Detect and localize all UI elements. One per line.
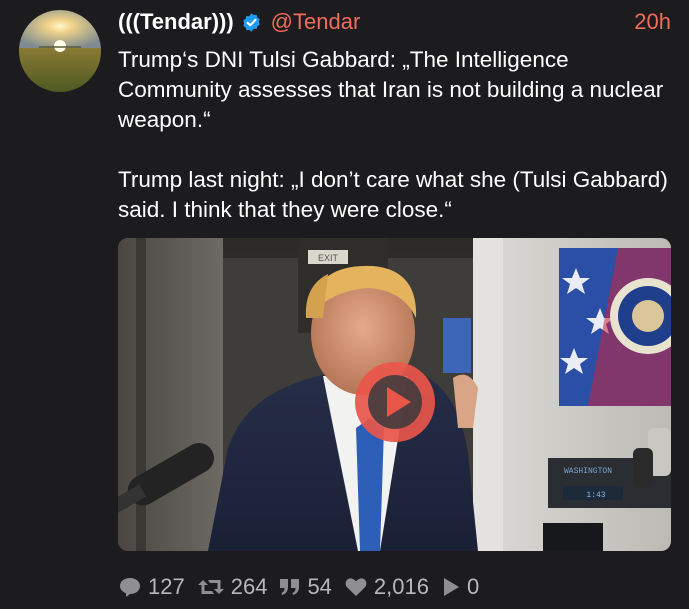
reply-icon: [120, 578, 140, 597]
quote-count: 54: [307, 574, 332, 599]
avatar-image: [19, 10, 101, 92]
tweet-actions: 127 264 54 2,016 0: [118, 572, 491, 602]
avatar[interactable]: [19, 10, 101, 92]
like-count: 2,016: [373, 574, 429, 599]
tweet-paragraph: Trump last night: „I don’t care what she…: [118, 167, 668, 222]
tweet-header: (((Tendar))) @Tendar 20h: [118, 8, 671, 36]
display-name[interactable]: (((Tendar))): [118, 9, 234, 35]
quote-icon: [280, 579, 300, 595]
tweet-paragraph: Trump‘s DNI Tulsi Gabbard: „The Intellig…: [118, 47, 664, 132]
reply-button[interactable]: 127: [118, 574, 185, 600]
exit-sign-text: EXIT: [318, 253, 339, 263]
retweet-button[interactable]: 264: [197, 574, 268, 600]
quote-button[interactable]: 54: [279, 574, 332, 600]
retweet-count: 264: [230, 574, 268, 599]
like-button[interactable]: 2,016: [344, 574, 429, 600]
clock-display-text: 1:43: [586, 491, 605, 500]
views-count: 0: [466, 574, 480, 599]
reply-count: 127: [148, 574, 185, 599]
user-handle[interactable]: @Tendar: [271, 9, 361, 35]
play-button[interactable]: [353, 360, 437, 444]
views-icon: [443, 578, 459, 596]
heart-icon: [345, 578, 367, 596]
timestamp[interactable]: 20h: [634, 9, 671, 35]
play-icon: [355, 362, 435, 442]
views-button[interactable]: 0: [441, 574, 479, 600]
tweet-text: Trump‘s DNI Tulsi Gabbard: „The Intellig…: [118, 45, 673, 225]
verified-badge-icon: [241, 12, 262, 33]
retweet-icon: [197, 580, 224, 594]
washington-sign-text: WASHINGTON: [564, 467, 612, 476]
video-player[interactable]: EXIT WASHINGTON 1:43: [118, 238, 671, 551]
